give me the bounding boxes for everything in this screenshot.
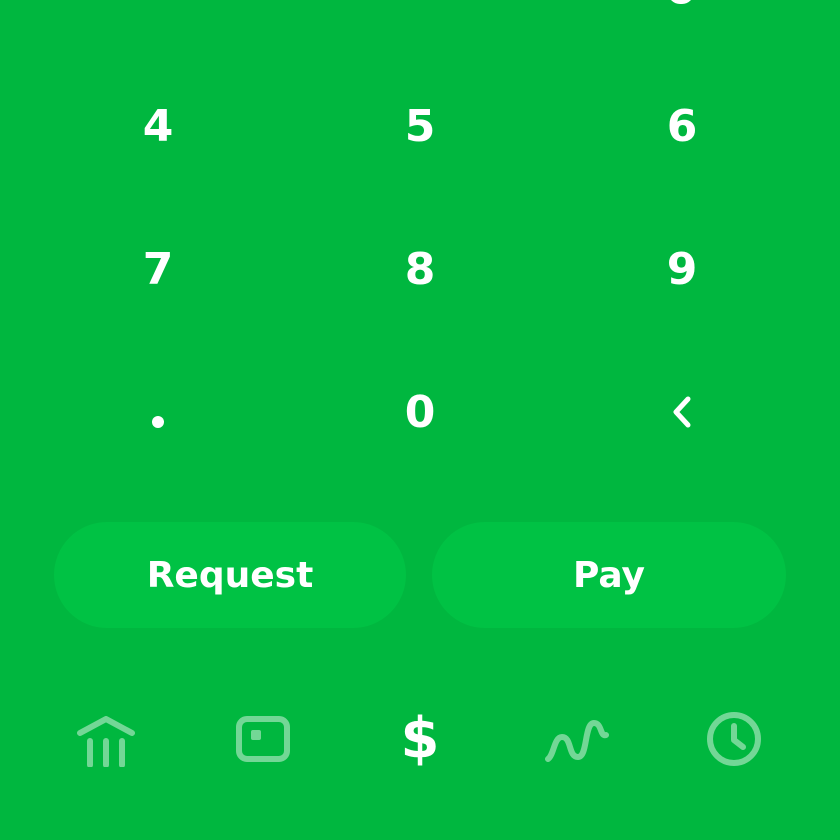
backspace-chevron-icon bbox=[673, 396, 691, 428]
cash-keypad-screen: 4 5 6 7 8 9 0 Request Pay $ bbox=[0, 0, 840, 840]
pay-button-label: Pay bbox=[572, 554, 646, 596]
key-7-label: 7 bbox=[142, 243, 174, 295]
key-6[interactable]: 6 bbox=[592, 66, 772, 186]
key-decimal[interactable] bbox=[68, 352, 248, 472]
top-partial-glyph bbox=[668, 0, 694, 4]
dollar-icon: $ bbox=[400, 706, 440, 771]
key-9[interactable]: 9 bbox=[592, 209, 772, 329]
tab-banking[interactable] bbox=[62, 700, 150, 778]
key-8[interactable]: 8 bbox=[330, 209, 510, 329]
bank-icon bbox=[77, 716, 135, 767]
key-9-label: 9 bbox=[666, 243, 698, 295]
decimal-point-icon bbox=[152, 416, 164, 428]
key-backspace[interactable] bbox=[592, 352, 772, 472]
key-5[interactable]: 5 bbox=[330, 66, 510, 186]
key-6-label: 6 bbox=[666, 100, 698, 152]
request-button-label: Request bbox=[146, 554, 314, 596]
numeric-keypad: 4 5 6 7 8 9 0 bbox=[0, 54, 840, 484]
bottom-tab-bar: $ bbox=[0, 700, 840, 790]
investing-icon bbox=[545, 720, 609, 762]
request-button[interactable]: Request bbox=[54, 522, 406, 628]
tab-investing[interactable] bbox=[533, 700, 621, 778]
key-4-label: 4 bbox=[142, 100, 174, 152]
tab-card[interactable] bbox=[219, 700, 307, 778]
pay-button[interactable]: Pay bbox=[432, 522, 786, 628]
clock-icon bbox=[707, 712, 761, 766]
key-4[interactable]: 4 bbox=[68, 66, 248, 186]
key-5-label: 5 bbox=[404, 100, 436, 152]
payment-actions: Request Pay bbox=[54, 522, 786, 628]
key-7[interactable]: 7 bbox=[68, 209, 248, 329]
tab-money[interactable]: $ bbox=[376, 700, 464, 778]
key-0[interactable]: 0 bbox=[330, 352, 510, 472]
key-8-label: 8 bbox=[404, 243, 436, 295]
card-icon bbox=[236, 716, 290, 762]
key-0-label: 0 bbox=[404, 386, 436, 438]
tab-activity[interactable] bbox=[690, 700, 778, 778]
